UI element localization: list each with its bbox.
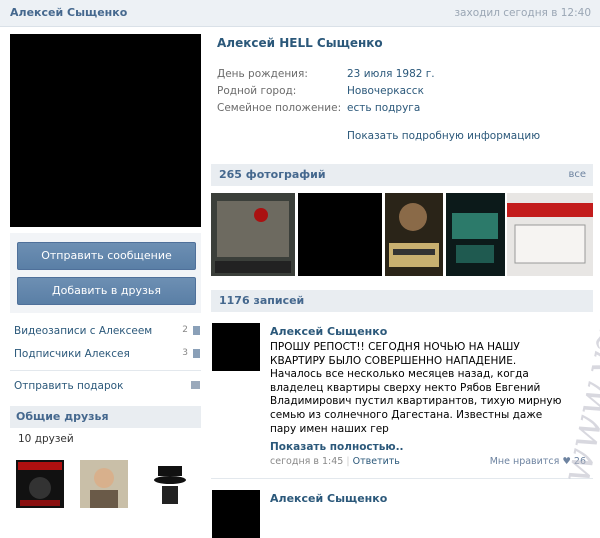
post-meta: сегодня в 1:45 | Ответить [270,456,400,467]
subscribers-label: Подписчики Алексея [14,348,130,360]
divider [211,478,593,479]
photos-header[interactable]: 265 фотографий все [211,164,593,186]
watermark: www.vzsar.ru [553,212,600,487]
wall-header[interactable]: 1176 записей [211,290,593,312]
common-friends-header[interactable]: Общие друзья [10,406,201,428]
post-show-full-link[interactable]: Показать полностью.. [270,441,404,453]
photos-count: 265 фотографий [219,168,326,181]
subscribers-count: 3 [182,348,188,358]
hometown-value[interactable]: Новочеркасск [347,85,424,97]
subscribers-link[interactable]: Подписчики Алексея 3 [14,348,200,360]
post-author-name[interactable]: Алексей Сыщенко [270,325,387,338]
videos-count: 2 [182,325,188,335]
post-reply-link[interactable]: Ответить [353,456,400,467]
show-full-info-link[interactable]: Показать подробную информацию [347,130,540,142]
divider [10,370,201,371]
relationship-label: Семейное положение: [217,102,342,114]
videos-label: Видеозаписи с Алексеем [14,325,153,337]
post-text: ПРОШУ РЕПОСТ!! СЕГОДНЯ НОЧЬЮ НА НАШУ КВА… [270,341,562,435]
post-time[interactable]: сегодня в 1:45 [270,456,343,467]
profile-name: Алексей HELL Сыщенко [217,36,383,50]
gift-icon [191,381,200,389]
videos-link[interactable]: Видеозаписи с Алексеем 2 [14,325,200,337]
birthday-label: День рождения: [217,68,308,80]
page-header: Алексей Сыщенко заходил сегодня в 12:40 [0,0,600,27]
send-message-button[interactable]: Отправить сообщение [17,242,196,270]
photo-thumbnail[interactable] [385,193,443,276]
friend-avatar[interactable] [16,460,64,508]
relationship-value[interactable]: есть подруга [347,102,420,114]
profile-photo[interactable] [10,34,201,227]
user-icon [193,349,200,358]
friend-avatar[interactable] [146,460,194,508]
post-author-avatar[interactable] [212,323,260,371]
post-author-avatar[interactable] [212,490,260,538]
common-friends-count[interactable]: 10 друзей [18,433,74,445]
photo-thumbnail[interactable] [298,193,382,276]
hometown-label: Родной город: [217,85,297,97]
friend-avatar[interactable] [80,460,128,508]
photo-thumbnail[interactable] [446,193,505,276]
wall-posts-count: 1176 записей [219,294,305,307]
common-friends-title: Общие друзья [16,410,109,423]
watermark-text: www.vzsar.ru [553,212,600,487]
send-gift-link[interactable]: Отправить подарок [14,380,200,392]
birthday-value[interactable]: 23 июля 1982 г. [347,68,435,80]
profile-actions: Отправить сообщение Добавить в друзья [10,233,201,313]
post-author-name[interactable]: Алексей Сыщенко [270,492,387,505]
add-friend-button[interactable]: Добавить в друзья [17,277,196,305]
photo-thumbnail[interactable] [211,193,295,276]
send-gift-label: Отправить подарок [14,380,124,392]
video-icon [193,326,200,335]
online-status: заходил сегодня в 12:40 [454,7,591,19]
header-user-name[interactable]: Алексей Сыщенко [10,6,127,19]
